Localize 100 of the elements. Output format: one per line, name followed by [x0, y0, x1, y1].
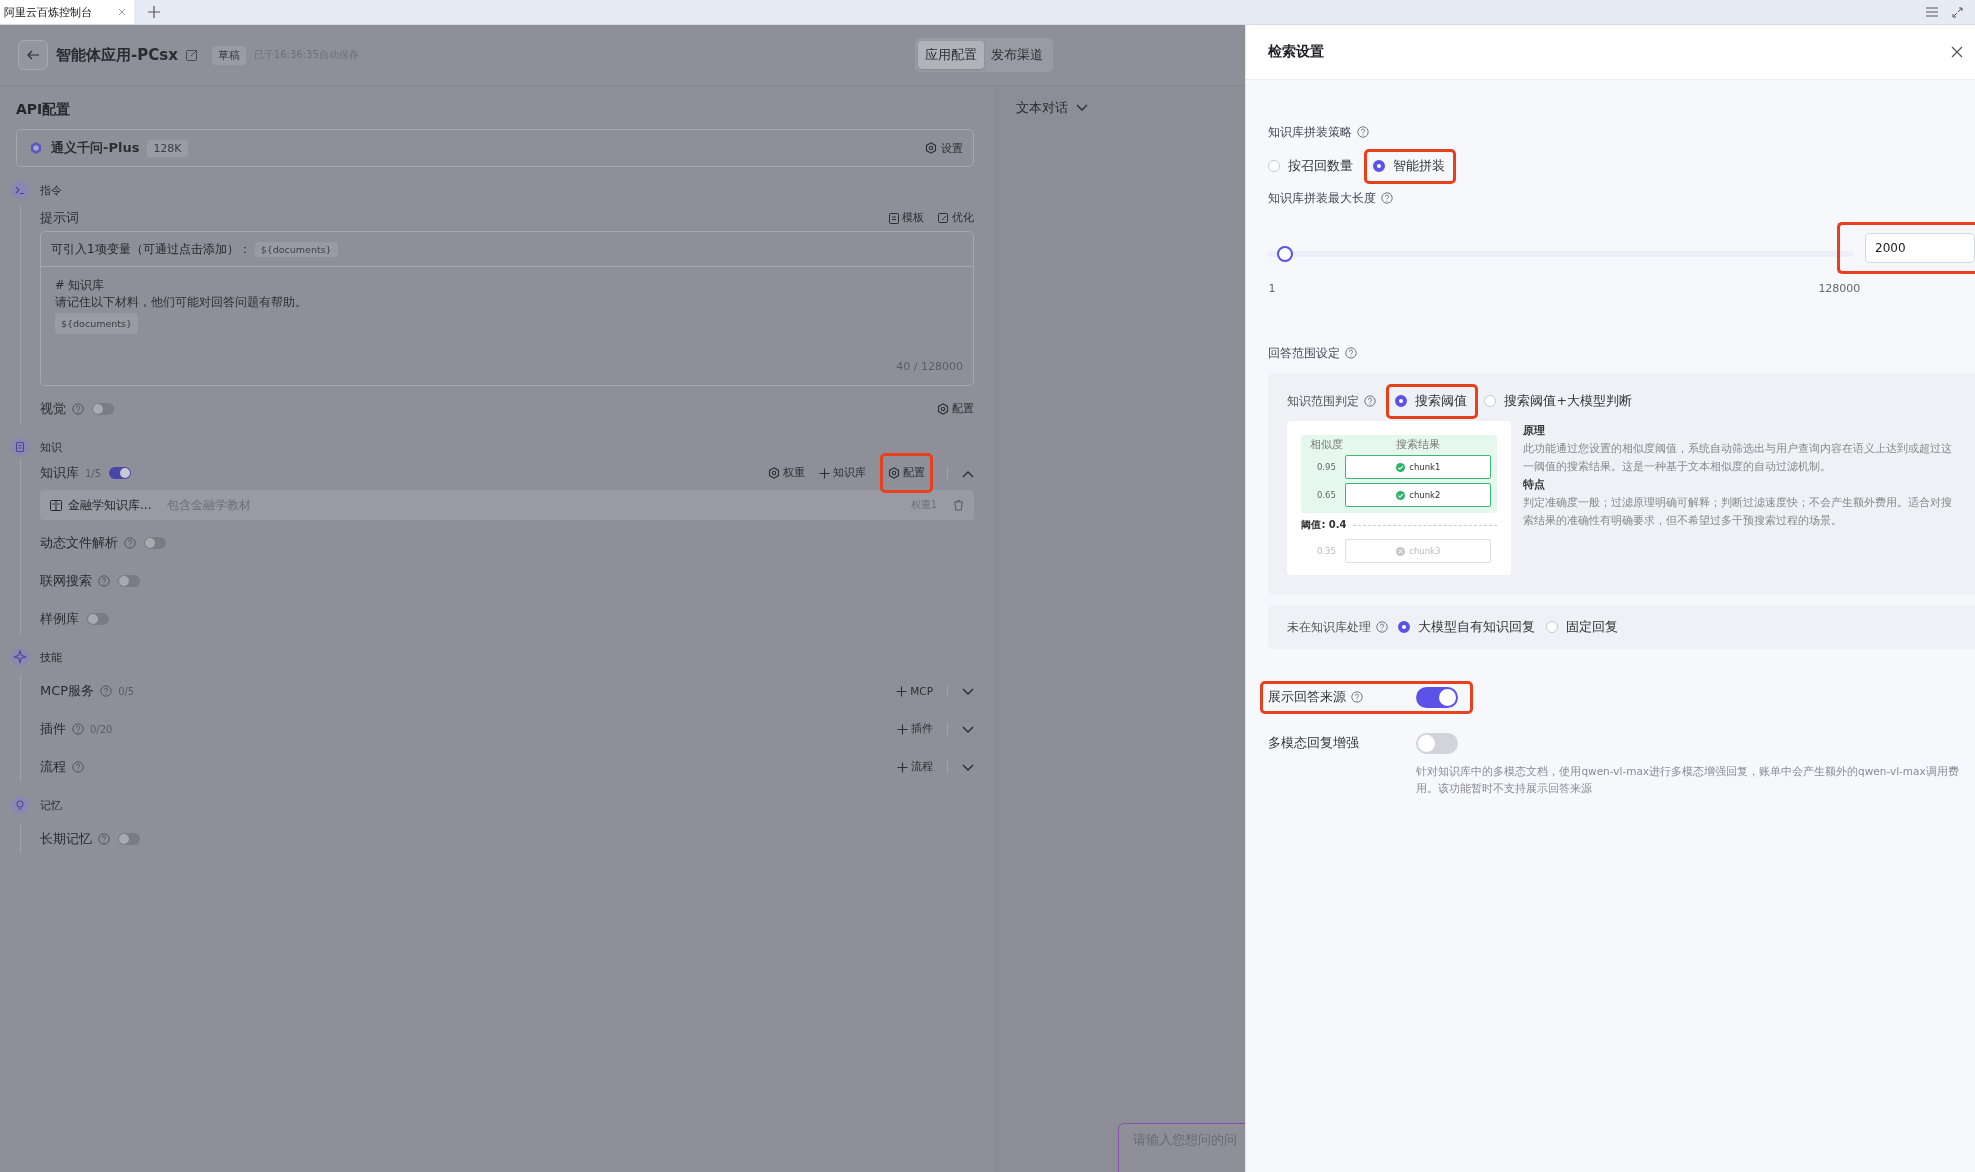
plus-icon [897, 723, 908, 735]
setting-label: 长期记忆 [40, 830, 92, 848]
check-icon [1396, 462, 1406, 472]
edit-icon[interactable] [185, 49, 198, 61]
number-input[interactable]: 2000 [1865, 233, 1975, 263]
section-icon [11, 438, 29, 456]
settings-icon [768, 467, 780, 479]
setting-label: MCP服务 [40, 682, 95, 700]
trash-icon[interactable] [953, 499, 964, 511]
new-tab-icon[interactable] [148, 6, 160, 18]
settings-icon [925, 142, 937, 154]
toggle-switch[interactable] [87, 613, 109, 625]
variable-tag[interactable]: ${documents} [254, 241, 338, 257]
optimize-button[interactable]: 优化 [938, 211, 974, 225]
explanation-text: 判定准确度一般；过滤原理明确可解释；判断过滤速度快；不会产生额外费用。适合对搜索结果的准确性有明确要求，但不希望过多干预搜索过程的场景。 [1523, 495, 1954, 529]
toggle-switch[interactable] [144, 537, 166, 549]
radio-option[interactable]: 按召回数量 [1268, 157, 1359, 175]
knowledge-base-name: 金融学知识库... [68, 496, 152, 514]
expand-icon[interactable] [1952, 6, 1963, 18]
chunk-result: chunk2 [1345, 483, 1492, 507]
model-logo-icon [29, 141, 43, 155]
prompt-line: # 知识库 [55, 277, 106, 294]
menu-icon[interactable] [1926, 6, 1938, 17]
slider-min-label: 1 [1268, 282, 1276, 295]
radio-option[interactable]: 大模型自有知识回复 [1398, 618, 1541, 636]
variable-hint: 可引入1项变量（可通过点击添加）： [51, 240, 251, 258]
column-header: 相似度 [1308, 438, 1344, 452]
mode-dropdown[interactable]: 文本对话 [1016, 99, 1088, 117]
score-label: 0.65 [1315, 490, 1337, 500]
back-button[interactable] [18, 40, 48, 70]
toggle-switch[interactable] [118, 833, 140, 845]
edit-icon [938, 212, 949, 224]
toggle-switch[interactable] [109, 467, 132, 479]
setting-label: 视觉 [40, 400, 66, 418]
setting-label: 流程 [40, 758, 66, 776]
setting-label: 知识库 [40, 464, 79, 482]
field-label: 回答范围设定 [1268, 344, 1341, 362]
cross-icon [1396, 546, 1406, 556]
length-slider[interactable] [1268, 246, 1853, 262]
radio-option[interactable]: 搜索阈值+大模型判断 [1484, 392, 1637, 410]
add-button[interactable]: 流程 [897, 760, 933, 774]
setting-label: 联网搜索 [40, 572, 92, 590]
template-button[interactable]: 模板 [889, 211, 924, 225]
caret-up-icon[interactable] [962, 469, 974, 478]
settings-icon [937, 403, 949, 415]
section-icon [11, 796, 29, 814]
chunk-result: chunk1 [1345, 455, 1492, 479]
browser-tab[interactable]: 阿里云百炼控制台 [0, 0, 134, 24]
setting-label: 展示回答来源 [1268, 688, 1347, 706]
threshold-label: 阈值: 0.4 [1301, 518, 1347, 532]
setting-label: 插件 [40, 720, 66, 738]
explanation-text: 此功能通过您设置的相似度阈值，系统自动筛选出与用户查询内容在语义上达到或超过这一阈值的搜索结果。这是一种基于文本相似度的自动过滤机制。 [1523, 441, 1954, 475]
model-selector[interactable]: 通义千问-Plus 128K 设置 [16, 129, 974, 167]
close-icon[interactable] [118, 8, 126, 16]
toggle-switch[interactable] [1416, 732, 1459, 754]
add-button[interactable]: 知识库 [819, 466, 866, 480]
section-title: 记忆 [40, 797, 62, 813]
section-title: 技能 [40, 649, 62, 665]
field-label: 知识库拼装策略 [1268, 123, 1353, 141]
config-button[interactable]: 配置 [937, 402, 974, 416]
section-title: 指令 [40, 182, 62, 198]
field-label: 知识范围判定 [1287, 392, 1360, 410]
check-icon [1396, 490, 1406, 500]
add-button[interactable]: 插件 [897, 722, 933, 736]
add-button[interactable]: MCP [896, 685, 933, 697]
help-icon [1357, 126, 1370, 138]
config-button[interactable]: 权重 [768, 466, 805, 480]
plus-icon [897, 761, 908, 773]
radio-option[interactable]: 智能拼装 [1367, 151, 1454, 181]
toggle-switch[interactable] [118, 575, 140, 587]
score-label: 0.35 [1315, 546, 1337, 556]
section-title: 知识 [40, 439, 62, 455]
caret-down-icon[interactable] [962, 725, 974, 734]
config-button[interactable]: 配置 [888, 466, 925, 480]
toggle-switch[interactable] [1416, 686, 1459, 708]
plus-icon [819, 467, 830, 479]
section-heading: API配置 [16, 100, 71, 119]
caret-down-icon[interactable] [962, 763, 974, 772]
section-icon [11, 648, 29, 666]
caret-down-icon[interactable] [962, 687, 974, 696]
setting-label: 样例库 [40, 610, 79, 628]
field-label: 提示词 [40, 209, 79, 227]
field-label: 未在知识库处理 [1287, 618, 1372, 636]
chunk-result: chunk3 [1345, 539, 1492, 563]
slider-thumb[interactable] [1277, 246, 1294, 262]
tab[interactable]: 发布渠道 [984, 41, 1051, 69]
toggle-switch[interactable] [92, 403, 114, 415]
caret-down-icon[interactable] [1076, 104, 1088, 112]
help-icon [1345, 347, 1358, 359]
explanation-heading: 原理 [1523, 423, 1547, 439]
help-icon [1381, 192, 1394, 204]
status-tag: 草稿 [211, 45, 246, 65]
slider-max-label: 128000 [1818, 282, 1861, 295]
field-label: 知识库拼装最大长度 [1268, 189, 1377, 207]
radio-option[interactable]: 搜索阈值 [1389, 386, 1476, 416]
tab[interactable]: 应用配置 [918, 41, 985, 69]
radio-option[interactable]: 固定回复 [1546, 618, 1624, 636]
close-button[interactable] [1951, 46, 1963, 58]
back-arrow-icon [27, 50, 39, 60]
variable-tag[interactable]: ${documents} [55, 313, 138, 334]
